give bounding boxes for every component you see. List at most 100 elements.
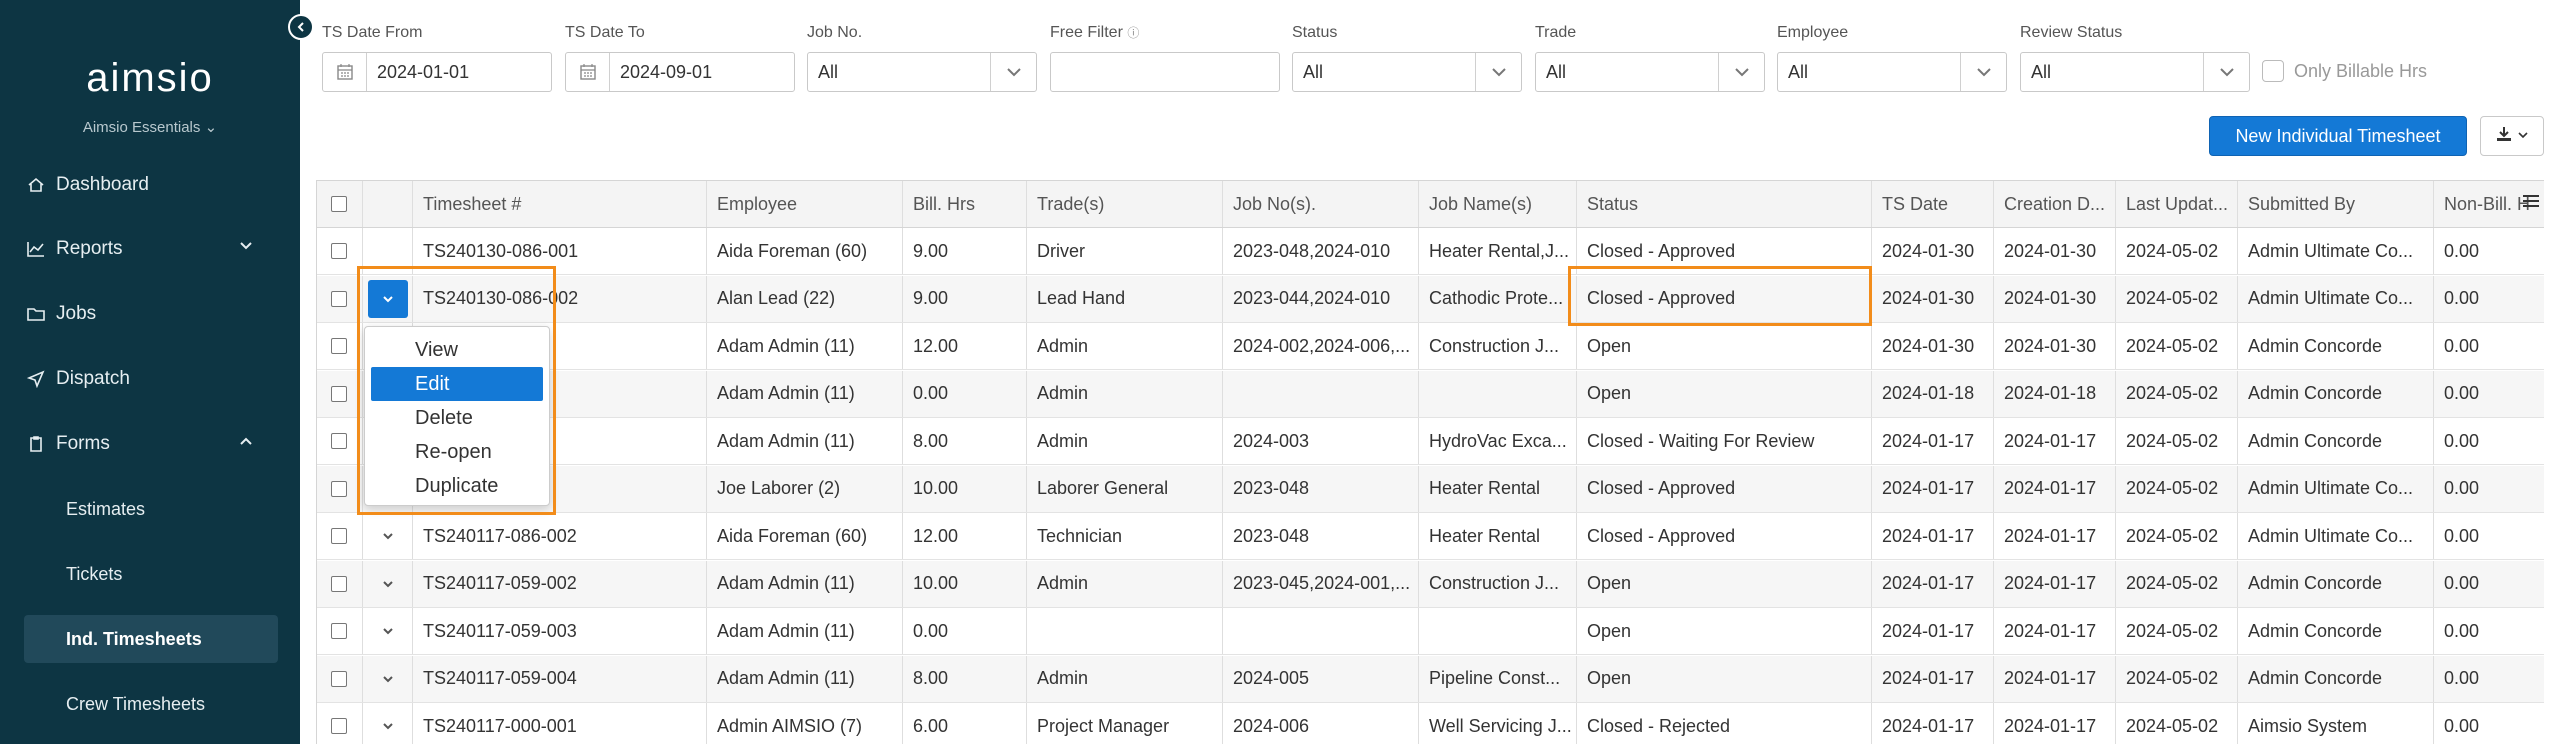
row-actions-cell — [363, 608, 413, 654]
column-header[interactable]: Job Name(s) — [1419, 181, 1577, 227]
row-actions-cell — [363, 560, 413, 607]
table-cell: TS240117-059-004 — [413, 655, 707, 702]
sidebar: aimsio Aimsio Essentials ⌄ Dashboard Rep… — [0, 0, 300, 744]
row-actions-dropdown[interactable] — [368, 279, 408, 318]
menu-item-view[interactable]: View — [371, 333, 543, 367]
table-row[interactable]: TS240117-059-004 Adam Admin (11) 8.00 Admin… — [317, 655, 2544, 703]
only-billable-checkbox[interactable]: Only Billable Hrs — [2262, 60, 2427, 82]
menu-item-delete[interactable]: Delete — [371, 401, 543, 435]
ts-date-from-value: 2024-01-01 — [377, 61, 470, 82]
row-checkbox[interactable] — [331, 623, 347, 639]
ts-date-from-field[interactable]: 2024-01-01 — [322, 52, 552, 92]
review-status-label: Review Status — [2020, 24, 2123, 41]
table-cell: Construction J... — [1419, 560, 1577, 607]
sidebar-item-jobs[interactable]: Jobs — [24, 291, 278, 337]
table-cell: 2024-003 — [1223, 418, 1419, 464]
sidebar-item-dispatch[interactable]: Dispatch — [24, 356, 278, 402]
row-checkbox[interactable] — [331, 528, 347, 544]
table-cell: Well Servicing J... — [1419, 703, 1577, 744]
edition-selector[interactable]: Aimsio Essentials ⌄ — [0, 118, 300, 136]
table-cell: 10.00 — [903, 465, 1027, 512]
table-cell: Admin — [1027, 418, 1223, 464]
job-no-value: All — [818, 61, 839, 82]
employee-select[interactable]: All — [1777, 52, 2007, 92]
table-row[interactable]: TS240117-086-002 Aida Foreman (60) 12.00 Te… — [317, 513, 2544, 560]
column-header[interactable]: Submitted By — [2238, 181, 2434, 227]
checkbox-box[interactable] — [2262, 60, 2284, 82]
table-cell: Adam Admin (11) — [707, 370, 903, 417]
column-header[interactable]: Job No(s). — [1223, 181, 1419, 227]
table-row[interactable]: ...001Adam Admin (11)0.00AdminOpen2024-0… — [317, 370, 2544, 418]
column-header[interactable]: TS Date — [1872, 181, 1994, 227]
chevron-down-icon — [1475, 53, 1521, 91]
row-actions-dropdown[interactable] — [375, 618, 401, 644]
row-actions-dropdown[interactable] — [375, 571, 401, 597]
review-status-select[interactable]: All — [2020, 52, 2250, 92]
table-cell: TS240117-000-001 — [413, 703, 707, 744]
table-row[interactable]: ...001Adam Admin (11)12.00Admin2024-002,… — [317, 323, 2544, 370]
column-header[interactable]: Employee — [707, 181, 903, 227]
table-row[interactable]: TS240117-000-001 Admin AIMSIO (7) 6.00 Proj… — [317, 703, 2544, 744]
status-select[interactable]: All — [1292, 52, 1522, 92]
row-actions-dropdown[interactable] — [375, 523, 401, 549]
column-header[interactable]: Bill. Hrs — [903, 181, 1027, 227]
collapse-sidebar-button[interactable] — [288, 14, 314, 40]
select-all-checkbox[interactable] — [331, 196, 347, 212]
sidebar-item-reports[interactable]: Reports — [24, 226, 278, 272]
column-menu-icon[interactable] — [2522, 193, 2540, 214]
sidebar-subitem-estimates[interactable]: Estimates — [24, 485, 278, 533]
table-cell: Aida Foreman (60) — [707, 228, 903, 274]
row-checkbox[interactable] — [331, 433, 347, 449]
chevron-down-icon — [383, 533, 393, 540]
table-cell: Admin Concorde — [2238, 655, 2434, 702]
trade-select[interactable]: All — [1535, 52, 1765, 92]
ts-date-to-field[interactable]: 2024-09-01 — [565, 52, 795, 92]
sidebar-item-forms[interactable]: Forms — [24, 421, 278, 467]
table-cell: Adam Admin (11) — [707, 655, 903, 702]
table-cell: 12.00 — [903, 323, 1027, 369]
column-header[interactable]: Status — [1577, 181, 1872, 227]
sidebar-item-dashboard[interactable]: Dashboard — [24, 162, 278, 208]
free-filter-input[interactable] — [1050, 52, 1280, 92]
select-all-cell — [317, 181, 363, 227]
row-checkbox[interactable] — [331, 718, 347, 734]
column-header[interactable]: Timesheet # — [413, 181, 707, 227]
table-row[interactable]: TS240130-086-001 Aida Foreman (60) 9.00 Dri… — [317, 228, 2544, 275]
menu-item-reopen[interactable]: Re-open — [371, 435, 543, 469]
sidebar-item-label: Dispatch — [56, 368, 130, 389]
table-row[interactable]: ...001Joe Laborer (2)10.00Laborer Genera… — [317, 465, 2544, 513]
row-checkbox[interactable] — [331, 575, 347, 592]
export-button[interactable] — [2480, 116, 2544, 156]
row-actions-dropdown[interactable] — [375, 713, 401, 739]
table-cell: 0.00 — [903, 370, 1027, 417]
menu-item-duplicate[interactable]: Duplicate — [371, 469, 543, 503]
table-row[interactable]: TS240117-059-002 Adam Admin (11) 10.00 Admi… — [317, 560, 2544, 608]
column-header[interactable]: Creation D... — [1994, 181, 2116, 227]
row-checkbox[interactable] — [331, 338, 347, 354]
sidebar-subitem-crew-timesheets[interactable]: Crew Timesheets — [24, 680, 278, 728]
job-no-select[interactable]: All — [807, 52, 1037, 92]
row-checkbox[interactable] — [331, 243, 347, 259]
row-checkbox[interactable] — [331, 385, 347, 402]
column-header[interactable]: Trade(s) — [1027, 181, 1223, 227]
row-checkbox[interactable] — [331, 670, 347, 687]
table-cell: Closed - Rejected — [1577, 703, 1872, 744]
sidebar-subitem-tickets[interactable]: Tickets — [24, 550, 278, 598]
table-row[interactable]: ...001Adam Admin (11)8.00Admin2024-003Hy… — [317, 418, 2544, 465]
table-cell: Admin — [1027, 560, 1223, 607]
table-row[interactable]: TS240130-086-002 Alan Lead (22) 9.00 Lead H… — [317, 275, 2544, 323]
column-header[interactable]: Last Updat... — [2116, 181, 2238, 227]
table-cell: TS240130-086-002 — [413, 275, 707, 322]
row-checkbox[interactable] — [331, 480, 347, 497]
row-select-cell — [317, 655, 363, 702]
row-actions-dropdown[interactable] — [375, 666, 401, 692]
table-cell: 2023-045,2024-001,... — [1223, 560, 1419, 607]
row-checkbox[interactable] — [331, 290, 347, 307]
new-individual-timesheet-button[interactable]: New Individual Timesheet — [2209, 116, 2467, 156]
table-cell: 2024-01-17 — [1872, 560, 1994, 607]
table-row[interactable]: TS240117-059-003 Adam Admin (11) 0.00 Open 2… — [317, 608, 2544, 655]
menu-item-edit[interactable]: Edit — [371, 367, 543, 401]
chevron-down-icon — [383, 675, 393, 682]
table-cell: 2023-048 — [1223, 465, 1419, 512]
sidebar-subitem-ind-timesheets[interactable]: Ind. Timesheets — [24, 615, 278, 663]
